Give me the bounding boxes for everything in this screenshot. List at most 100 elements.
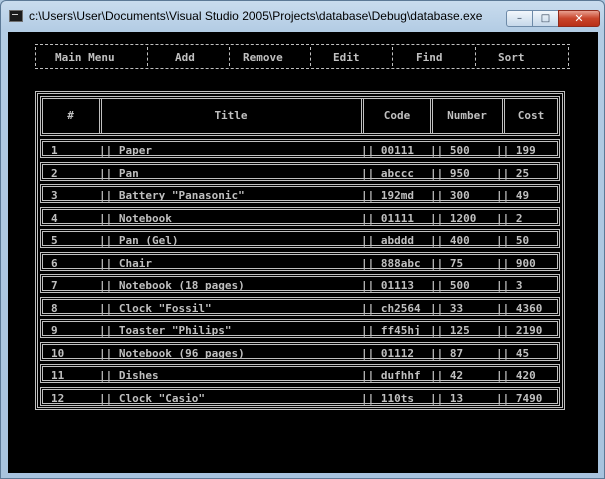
cell-cost: || 7490 — [496, 391, 543, 405]
cell-number: || 300 — [430, 189, 470, 202]
cell-code: || dufhhf — [361, 369, 421, 382]
cell-number: || 42 — [430, 369, 464, 382]
cell-index: 2 — [51, 166, 58, 180]
table-row: 10 || Notebook (96 pages) || 01112 || 87 || … — [40, 341, 560, 361]
header-code: Code — [383, 109, 411, 122]
cell-title: || Battery "Panasonic" — [99, 189, 245, 202]
menu-item-edit[interactable]: Edit — [333, 51, 360, 64]
cell-title: || Toaster "Philips" — [99, 324, 232, 337]
cell-title: || Chair — [99, 256, 152, 270]
cell-number: || 400 — [430, 234, 470, 247]
data-table: # Title Code Number Cost 1 || Paper || 001… — [35, 91, 565, 410]
table-row: 7 || Notebook (18 pages) || 01113 || 500 || … — [40, 274, 560, 293]
cell-title: || Dishes — [99, 369, 159, 382]
cell-number: || 950 — [430, 166, 470, 180]
cell-cost: || 420 — [496, 369, 536, 382]
cell-index: 1 — [51, 144, 58, 157]
header-title: Title — [214, 109, 248, 122]
menu-item-main-menu[interactable]: Main Menu — [55, 51, 115, 64]
header-divider — [430, 99, 433, 133]
menu-separator — [147, 47, 148, 66]
menu-item-remove[interactable]: Remove — [243, 51, 283, 64]
cell-title: || Notebook — [99, 211, 172, 225]
cell-number: || 500 — [430, 144, 470, 157]
minimize-icon: – — [517, 13, 522, 24]
cell-cost: || 900 — [496, 256, 536, 270]
cell-title: || Pan — [99, 166, 139, 180]
cell-index: 10 — [51, 346, 65, 360]
header-index: # — [67, 109, 74, 122]
header-divider — [502, 99, 505, 133]
header-divider — [99, 99, 102, 133]
console-window: c:\Users\User\Documents\Visual Studio 20… — [0, 0, 605, 479]
header-cost: Cost — [517, 109, 545, 122]
cell-cost: || 4360 — [496, 301, 543, 315]
window-title: c:\Users\User\Documents\Visual Studio 20… — [29, 9, 483, 23]
table-row: 12 || Clock "Casio" || 110ts || 13 || 7490 — [40, 386, 560, 406]
console-area[interactable]: Main Menu Add Remove Edit Find Sort # Ti… — [8, 32, 598, 473]
menu-separator — [229, 47, 230, 66]
cell-cost: || 2190 — [496, 324, 543, 337]
cell-title: || Notebook (96 pages) — [99, 346, 245, 360]
cell-title: || Clock "Casio" — [99, 391, 205, 405]
menu-bottom-border — [35, 68, 570, 69]
table-row: 6 || Chair || 888abc || 75 || 900 — [40, 251, 560, 271]
header-number: Number — [447, 109, 487, 122]
menu-item-add[interactable]: Add — [175, 51, 195, 64]
menu-separator — [35, 47, 36, 66]
maximize-button[interactable]: □ — [532, 10, 559, 27]
cell-code: || abddd — [361, 234, 414, 247]
cell-number: || 87 — [430, 346, 464, 360]
cell-number: || 500 — [430, 279, 470, 292]
table-row: 1 || Paper || 00111 || 500 || 199 — [40, 139, 560, 158]
menu-separator — [568, 47, 569, 66]
table-header: # Title Code Number Cost — [40, 96, 560, 136]
cell-code: || 110ts — [361, 391, 414, 405]
cell-cost: || 45 — [496, 346, 530, 360]
menu-item-sort[interactable]: Sort — [498, 51, 525, 64]
cell-index: 9 — [51, 324, 58, 337]
table-row: 2 || Pan || abccc || 950 || 25 — [40, 161, 560, 181]
console-app-icon — [9, 10, 23, 22]
menu-top-border — [35, 44, 570, 45]
cell-code: || 00111 — [361, 144, 414, 157]
cell-index: 5 — [51, 234, 58, 247]
cell-cost: || 199 — [496, 144, 536, 157]
table-row: 3 || Battery "Panasonic" || 192md || 300 || … — [40, 184, 560, 203]
cell-cost: || 3 — [496, 279, 523, 292]
cell-code: || 192md — [361, 189, 414, 202]
cell-index: 4 — [51, 211, 58, 225]
table-row: 4 || Notebook || 01111 || 1200 || 2 — [40, 206, 560, 226]
cell-number: || 13 — [430, 391, 464, 405]
table-row: 8 || Clock "Fossil" || ch2564 || 33 || 4360 — [40, 296, 560, 316]
cell-index: 12 — [51, 391, 65, 405]
cell-title: || Clock "Fossil" — [99, 301, 212, 315]
cell-cost: || 2 — [496, 211, 523, 225]
cell-index: 7 — [51, 279, 58, 292]
table-row: 11 || Dishes || dufhhf || 42 || 420 — [40, 364, 560, 383]
cell-number: || 75 — [430, 256, 464, 270]
cell-index: 11 — [51, 369, 65, 382]
maximize-icon: □ — [540, 13, 551, 24]
cell-cost: || 49 — [496, 189, 530, 202]
menu-item-find[interactable]: Find — [416, 51, 443, 64]
cell-number: || 1200 — [430, 211, 477, 225]
close-icon: ✕ — [574, 12, 584, 25]
menu-separator — [310, 47, 311, 66]
cell-cost: || 50 — [496, 234, 530, 247]
title-bar[interactable]: c:\Users\User\Documents\Visual Studio 20… — [1, 1, 604, 31]
cell-title: || Paper — [99, 144, 152, 157]
cell-index: 6 — [51, 256, 58, 270]
cell-code: || 01111 — [361, 211, 414, 225]
cell-code: || ff45hj — [361, 324, 421, 337]
close-button[interactable]: ✕ — [558, 10, 600, 27]
cell-code: || 01112 — [361, 346, 414, 360]
cell-number: || 33 — [430, 301, 464, 315]
menu-separator — [475, 47, 476, 66]
cell-number: || 125 — [430, 324, 470, 337]
cell-index: 3 — [51, 189, 58, 202]
table-row: 5 || Pan (Gel) || abddd || 400 || 50 — [40, 229, 560, 248]
minimize-button[interactable]: – — [506, 10, 533, 27]
table-row: 9 || Toaster "Philips" || ff45hj || 125 || 2… — [40, 319, 560, 338]
cell-code: || 888abc — [361, 256, 421, 270]
